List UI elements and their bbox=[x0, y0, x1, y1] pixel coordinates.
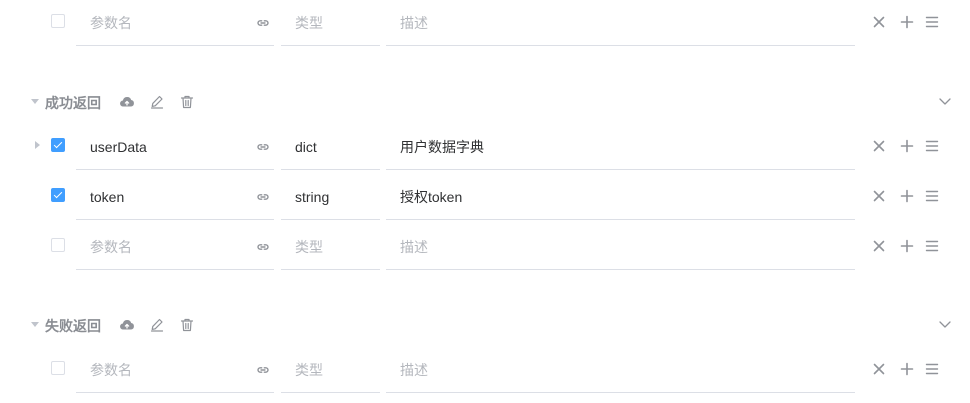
menu-icon[interactable] bbox=[925, 189, 939, 203]
param-name-placeholder: 参数名 bbox=[90, 362, 132, 378]
row-checkbox[interactable] bbox=[51, 14, 65, 28]
cloud-upload-icon[interactable] bbox=[119, 94, 135, 110]
param-desc-value: 用户数据字典 bbox=[400, 139, 484, 155]
row-checkbox[interactable] bbox=[51, 238, 65, 252]
param-type-field[interactable]: 类型 bbox=[281, 0, 380, 46]
param-type-field[interactable]: 类型 bbox=[281, 347, 380, 393]
param-type-field[interactable]: string bbox=[281, 174, 380, 220]
param-desc-placeholder: 描述 bbox=[400, 362, 428, 378]
link-icon[interactable] bbox=[256, 363, 270, 377]
section-header-failure: 失败返回 bbox=[0, 310, 970, 340]
cloud-upload-icon[interactable] bbox=[119, 317, 135, 333]
edit-icon[interactable] bbox=[149, 94, 165, 110]
row-checkbox[interactable] bbox=[51, 138, 65, 152]
param-desc-field[interactable]: 授权token bbox=[386, 174, 855, 220]
close-icon[interactable] bbox=[872, 15, 886, 29]
param-desc-field[interactable]: 用户数据字典 bbox=[386, 124, 855, 170]
param-desc-placeholder: 描述 bbox=[400, 15, 428, 31]
menu-icon[interactable] bbox=[925, 139, 939, 153]
param-desc-value: 授权token bbox=[400, 189, 463, 205]
param-row-empty: 参数名 类型 描述 bbox=[0, 0, 970, 46]
close-icon[interactable] bbox=[872, 139, 886, 153]
link-icon[interactable] bbox=[256, 16, 270, 30]
link-icon[interactable] bbox=[256, 190, 270, 204]
param-row-empty: 参数名 类型 描述 bbox=[0, 224, 970, 270]
section-title: 成功返回 bbox=[45, 95, 101, 111]
menu-icon[interactable] bbox=[925, 362, 939, 376]
param-name-placeholder: 参数名 bbox=[90, 239, 132, 255]
param-row: userData dict 用户数据字典 bbox=[0, 124, 970, 170]
menu-icon[interactable] bbox=[925, 239, 939, 253]
section-title: 失败返回 bbox=[45, 318, 101, 334]
plus-icon[interactable] bbox=[900, 15, 914, 29]
plus-icon[interactable] bbox=[900, 239, 914, 253]
param-type-value: string bbox=[295, 189, 330, 205]
row-checkbox[interactable] bbox=[51, 361, 65, 375]
chevron-down-icon[interactable] bbox=[938, 96, 952, 106]
link-icon[interactable] bbox=[256, 140, 270, 154]
param-name-field[interactable]: token bbox=[76, 174, 274, 220]
row-checkbox[interactable] bbox=[51, 188, 65, 202]
param-name-field[interactable]: 参数名 bbox=[76, 347, 274, 393]
collapse-caret-icon[interactable] bbox=[31, 99, 39, 104]
param-type-placeholder: 类型 bbox=[295, 362, 323, 378]
trash-icon[interactable] bbox=[179, 94, 195, 110]
param-name-field[interactable]: userData bbox=[76, 124, 274, 170]
close-icon[interactable] bbox=[872, 239, 886, 253]
plus-icon[interactable] bbox=[900, 362, 914, 376]
param-desc-field[interactable]: 描述 bbox=[386, 347, 855, 393]
close-icon[interactable] bbox=[872, 362, 886, 376]
param-desc-field[interactable]: 描述 bbox=[386, 224, 855, 270]
trash-icon[interactable] bbox=[179, 317, 195, 333]
param-name-placeholder: 参数名 bbox=[90, 15, 132, 31]
menu-icon[interactable] bbox=[925, 15, 939, 29]
chevron-down-icon[interactable] bbox=[938, 319, 952, 329]
param-name-value: userData bbox=[90, 139, 147, 155]
plus-icon[interactable] bbox=[900, 139, 914, 153]
param-name-field[interactable]: 参数名 bbox=[76, 0, 274, 46]
param-name-field[interactable]: 参数名 bbox=[76, 224, 274, 270]
param-type-placeholder: 类型 bbox=[295, 239, 323, 255]
param-type-value: dict bbox=[295, 139, 317, 155]
expand-row-icon[interactable] bbox=[35, 141, 40, 149]
param-type-placeholder: 类型 bbox=[295, 15, 323, 31]
close-icon[interactable] bbox=[872, 189, 886, 203]
edit-icon[interactable] bbox=[149, 317, 165, 333]
param-type-field[interactable]: dict bbox=[281, 124, 380, 170]
param-desc-placeholder: 描述 bbox=[400, 239, 428, 255]
param-row: token string 授权token bbox=[0, 174, 970, 220]
link-icon[interactable] bbox=[256, 240, 270, 254]
param-type-field[interactable]: 类型 bbox=[281, 224, 380, 270]
param-name-value: token bbox=[90, 189, 125, 205]
plus-icon[interactable] bbox=[900, 189, 914, 203]
collapse-caret-icon[interactable] bbox=[31, 322, 39, 327]
param-row-empty: 参数名 类型 描述 bbox=[0, 347, 970, 393]
param-desc-field[interactable]: 描述 bbox=[386, 0, 855, 46]
section-header-success: 成功返回 bbox=[0, 87, 970, 117]
